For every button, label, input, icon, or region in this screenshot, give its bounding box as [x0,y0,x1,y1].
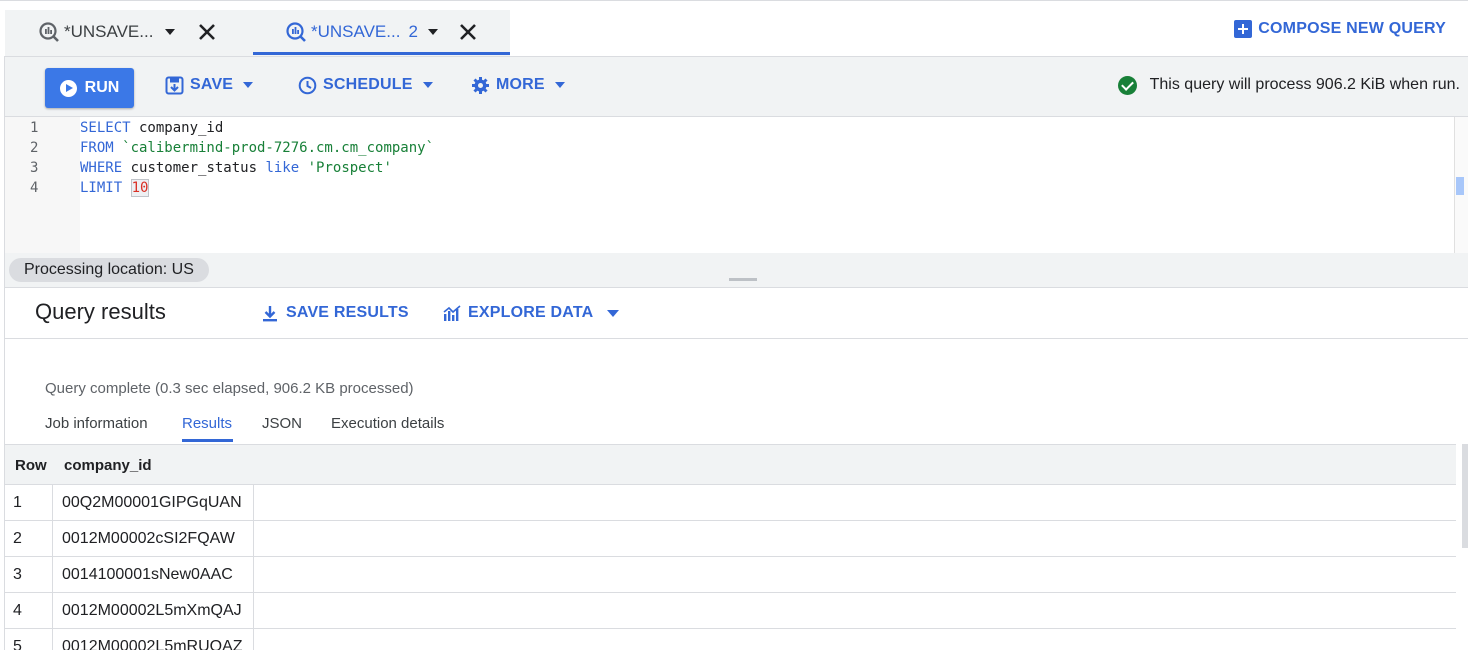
processing-location-text: Processing location: US [24,261,194,278]
line-number: 3 [30,160,39,176]
table-scrollbar[interactable] [1462,444,1468,548]
query-icon [286,22,306,42]
active-tab-indicator [253,52,510,55]
table-row[interactable]: 4 0012M00002L5mXmQAJ [5,593,1456,629]
sql-number: 10 [130,179,150,197]
run-label: RUN [84,79,120,96]
tab-title: *UNSAVE... [64,22,154,41]
editor-footer [5,253,1468,288]
save-results-button[interactable]: SAVE RESULTS [262,302,409,324]
sql-string: 'Prospect' [299,160,392,176]
query-icon [39,22,59,42]
divider [5,338,1468,339]
column-header-row: Row [15,457,47,474]
save-label: SAVE [190,76,234,93]
compose-new-query-button[interactable]: COMPOSE NEW QUERY [1234,20,1446,38]
row-number: 2 [5,521,53,557]
compose-label: COMPOSE NEW QUERY [1258,20,1446,37]
query-tab-2[interactable]: *UNSAVE... 2 [285,9,478,55]
query-validator: This query will process 906.2 KiB when r… [1117,74,1460,96]
processing-location-chip[interactable]: Processing location: US [9,258,209,282]
play-icon [59,79,77,97]
save-results-label: SAVE RESULTS [286,304,409,321]
save-icon [165,76,184,94]
table-header: Row company_id [5,445,1456,485]
results-title: Query results [35,299,166,324]
more-label: MORE [496,76,545,93]
gear-icon [472,76,489,94]
chart-icon [443,304,461,321]
run-button[interactable]: RUN [45,68,134,108]
explore-data-button[interactable]: EXPLORE DATA [443,302,620,324]
tab-execution-details[interactable]: Execution details [331,415,444,432]
results-table: Row company_id 1 00Q2M00001GIPGqUAN 2 00… [5,444,1456,654]
download-icon [263,305,277,321]
tab-badge: 2 [408,22,418,41]
line-number: 2 [30,140,39,156]
sql-text: company_id [130,120,224,136]
tab-job-information[interactable]: Job information [45,415,148,432]
table-row[interactable]: 2 0012M00002cSI2FQAW [5,521,1456,557]
sql-keyword: WHERE [80,160,123,176]
line-number: 1 [30,120,39,136]
tab-results[interactable]: Results [182,415,232,432]
explore-data-label: EXPLORE DATA [468,304,594,321]
chevron-down-icon [554,82,565,88]
chevron-down-icon[interactable] [165,29,176,35]
row-number: 1 [5,485,53,521]
tab-title: *UNSAVE... [311,22,401,41]
sql-text: customer_status [122,160,266,176]
chevron-down-icon [607,309,620,317]
sql-keyword: LIMIT [80,180,123,196]
company-id-cell[interactable]: 00Q2M00001GIPGqUAN [53,485,254,521]
save-button[interactable]: SAVE [165,74,254,96]
chevron-down-icon [243,82,254,88]
query-tab-1[interactable]: *UNSAVE... [38,9,217,55]
table-row[interactable]: 3 0014100001sNew0AAC [5,557,1456,593]
validator-text: This query will process 906.2 KiB when r… [1149,76,1460,93]
company-id-cell[interactable]: 0014100001sNew0AAC [53,557,254,593]
code-line-4[interactable]: LIMIT 10 [80,179,150,197]
check-circle-icon [1117,75,1137,95]
sql-keyword: SELECT [80,120,131,136]
active-tab-indicator [182,439,233,442]
row-number: 4 [5,593,53,629]
chevron-down-icon [422,82,433,88]
sql-keyword: FROM [80,140,114,156]
line-number: 4 [30,180,39,196]
sql-editor[interactable] [5,117,1454,253]
code-line-1[interactable]: SELECT company_id [80,120,223,136]
sql-table-ref: `calibermind-prod-7276.cm.cm_company` [113,140,435,156]
close-icon[interactable] [458,22,478,42]
clock-icon [298,76,317,94]
code-line-3[interactable]: WHERE customer_status like 'Prospect' [80,160,392,176]
viewport-edge [0,650,1468,665]
tab-json[interactable]: JSON [262,415,302,432]
schedule-button[interactable]: SCHEDULE [298,74,433,96]
column-header-company-id[interactable]: company_id [64,457,152,474]
code-line-2[interactable]: FROM `calibermind-prod-7276.cm.cm_compan… [80,140,434,156]
schedule-label: SCHEDULE [323,76,413,93]
row-number: 3 [5,557,53,593]
company-id-cell[interactable]: 0012M00002cSI2FQAW [53,521,254,557]
company-id-cell[interactable]: 0012M00002L5mXmQAJ [53,593,254,629]
chevron-down-icon[interactable] [427,29,438,35]
close-icon[interactable] [197,22,217,42]
editor-scroll-marker [1456,177,1464,195]
more-button[interactable]: MORE [471,74,565,96]
table-row[interactable]: 1 00Q2M00001GIPGqUAN [5,485,1456,521]
sql-keyword: like [265,160,300,176]
add-box-icon [1234,20,1253,38]
resize-handle[interactable] [729,278,757,281]
query-status: Query complete (0.3 sec elapsed, 906.2 K… [45,380,414,397]
